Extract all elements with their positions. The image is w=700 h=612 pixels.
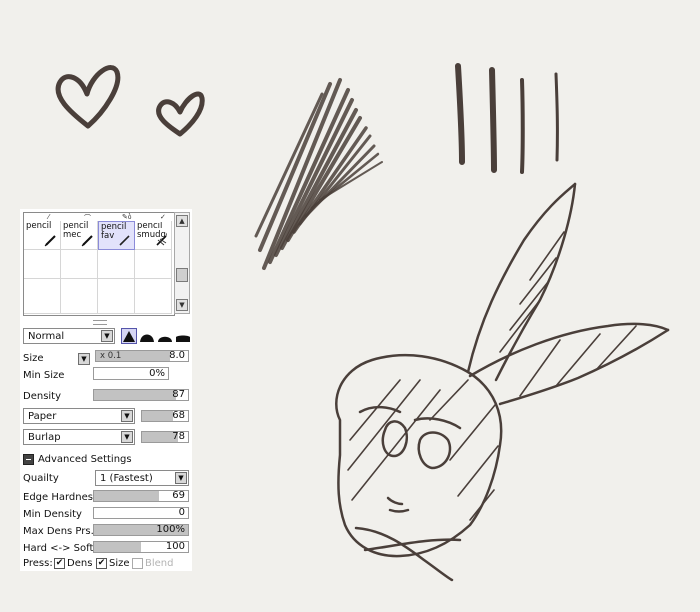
min-density-label: Min Density [23,509,82,520]
min-size-field[interactable]: 0% [93,367,169,380]
edge-hardness-value: 69 [172,490,185,501]
press-size-checkbox[interactable]: ✔ [96,558,107,569]
brush-grid-top-row: ⁄ ⌒ ✎ბ ✓ [48,213,166,222]
empty-brush-slot[interactable] [61,279,98,314]
smudge-pencil-icon [156,235,167,246]
empty-brush-slot[interactable] [61,250,98,279]
edge-hardness-slider[interactable]: 69 [93,490,189,502]
heart-sketch-right [156,91,205,137]
brush-grid-scrollbar[interactable]: ▲ ▼ [174,212,190,314]
empty-brush-slot[interactable] [98,279,135,314]
burlap-texture-value: Burlap [28,432,61,443]
character-sketch [335,182,670,582]
paper-strength-slider[interactable]: 68 [141,410,189,422]
brush-pencil-mec[interactable]: pencil mec [61,221,98,250]
quality-value: 1 (Fastest) [100,473,153,484]
burlap-strength-slider[interactable]: 78 [141,431,189,443]
chevron-down-icon[interactable]: ▼ [121,410,133,422]
brush-tool-grid: ⁄ ⌒ ✎ბ ✓ pencil pencil mec pencil fav penci… [23,212,175,316]
max-dens-prs-value: 100% [156,524,185,535]
size-label: Size [23,353,44,364]
density-slider[interactable]: 87 [93,389,189,401]
min-size-label: Min Size [23,370,65,381]
tool-panel: ⁄ ⌒ ✎ბ ✓ pencil pencil mec pencil fav penci… [20,209,192,571]
quality-select[interactable]: 1 (Fastest) ▼ [95,470,189,486]
density-label: Density [23,391,62,402]
density-slider-fill [94,390,176,400]
brush-label: pencil [26,221,52,231]
empty-brush-slot[interactable] [24,250,61,279]
empty-brush-slot[interactable] [24,279,61,314]
paper-texture-select[interactable]: Paper ▼ [23,408,135,424]
chevron-down-icon[interactable]: ▼ [78,353,90,365]
advanced-settings-title: Advanced Settings [38,454,132,465]
pencil-icon [81,235,93,247]
press-blend-checkbox[interactable] [132,558,143,569]
empty-brush-slot[interactable] [135,250,172,279]
panel-resize-grip[interactable] [93,320,107,325]
press-dens-label: Dens [67,558,93,569]
shape-flat-icon[interactable] [175,328,191,344]
hard-soft-fill [94,542,141,552]
vertical-stroke-sketches [455,63,559,174]
max-dens-prs-label: Max Dens Prs. [23,526,94,537]
pencil-icon [44,235,56,247]
press-blend-label: Blend [145,558,174,569]
press-size-label: Size [109,558,130,569]
max-dens-prs-slider[interactable]: 100% [93,524,189,536]
press-label: Press: [23,558,53,569]
edge-hardness-label: Edge Hardness [23,492,99,503]
density-value: 87 [172,389,185,400]
shape-flat-round-icon[interactable] [157,328,173,344]
scroll-thumb[interactable] [176,268,188,282]
heart-sketch-left [55,65,121,129]
paper-texture-value: Paper [28,411,57,422]
shape-sharp-icon[interactable] [121,328,137,344]
shape-round-icon[interactable] [139,328,155,344]
collapse-icon[interactable] [23,454,34,465]
hatched-shading-sketch [254,78,383,270]
chevron-down-icon[interactable]: ▼ [175,472,187,484]
scroll-down-icon[interactable]: ▼ [176,299,188,311]
paper-strength-value: 68 [172,410,185,421]
size-slider[interactable]: x 0.1 8.0 [95,350,189,362]
press-dens-checkbox[interactable]: ✔ [54,558,65,569]
hard-soft-slider[interactable]: 100 [93,541,189,553]
hard-soft-value: 100 [165,541,185,552]
empty-brush-slot[interactable] [98,250,135,279]
burlap-texture-select[interactable]: Burlap ▼ [23,429,135,445]
chevron-down-icon[interactable]: ▼ [121,431,133,443]
scroll-up-icon[interactable]: ▲ [176,215,188,227]
blend-mode-select[interactable]: Normal ▼ [23,328,115,344]
brush-pencil[interactable]: pencil [24,221,61,250]
pencil-icon [119,235,130,246]
quality-label: Quailty [23,473,59,484]
size-value: 8.0 [169,350,185,361]
paper-strength-fill [142,411,174,421]
brush-pencil-smudge[interactable]: pencil smudge [135,221,172,250]
burlap-strength-value: 78 [172,431,185,442]
brush-pencil-fav[interactable]: pencil fav [98,221,135,250]
edge-hardness-fill [94,491,159,501]
empty-brush-slot[interactable] [135,279,172,314]
brush-shape-selector [121,328,191,344]
chevron-down-icon[interactable]: ▼ [101,330,113,342]
hard-soft-label: Hard <-> Soft [23,543,94,554]
min-density-slider[interactable]: 0 [93,507,189,519]
size-multiplier: x 0.1 [100,351,122,361]
blend-mode-value: Normal [28,331,65,342]
min-density-value: 0 [178,507,185,518]
